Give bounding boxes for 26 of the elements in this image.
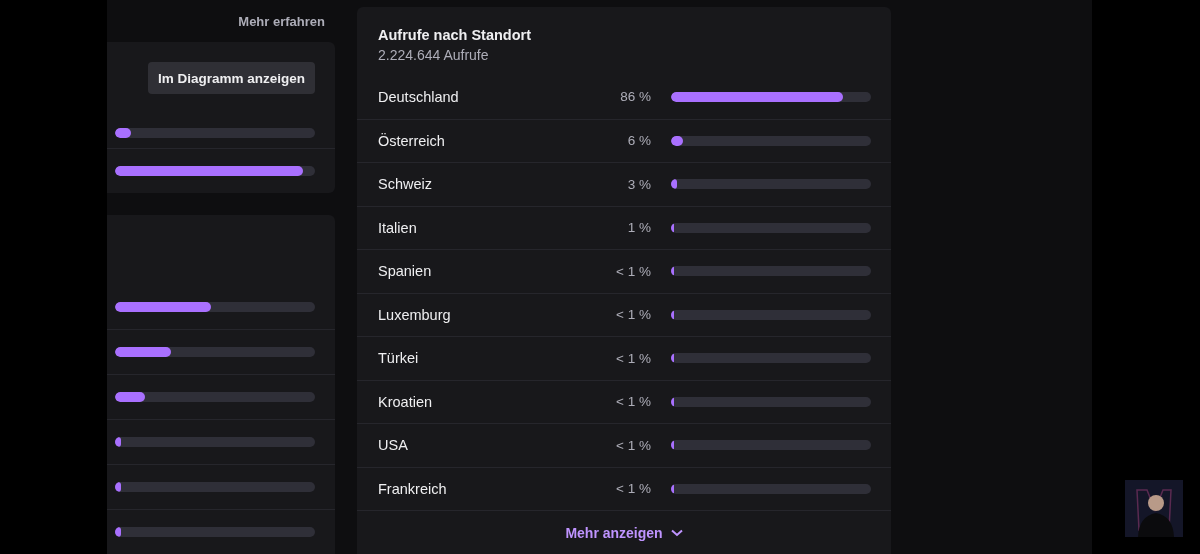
percent-value: < 1 % [615,394,651,410]
percent-value: 3 % [626,176,651,192]
percent-value: < 1 % [615,481,651,497]
country-name: Luxemburg [378,306,452,323]
percent-value: < 1 % [615,350,651,366]
chevron-down-icon [670,528,683,537]
country-name: USA [378,437,409,454]
learn-more-link[interactable]: Mehr erfahren [238,14,325,29]
percent-value: 6 % [626,133,651,149]
percent-value: < 1 % [615,437,651,453]
country-name: Spanien [378,263,433,280]
percent-value: < 1 % [615,307,651,323]
country-name: Österreich [378,132,446,149]
country-name: Italien [378,219,418,236]
country-name: Deutschland [378,88,460,105]
country-name: Kroatien [378,393,433,410]
country-name: Frankreich [378,480,448,497]
card-title: Aufrufe nach Standort [378,27,533,43]
percent-value: 86 % [619,89,651,105]
percent-value: 1 % [626,220,651,236]
show-more-button[interactable]: Mehr anzeigen [561,522,687,543]
views-count: 2.224.644 Aufrufe [378,47,490,63]
country-name: Türkei [378,350,420,367]
country-name: Schweiz [378,176,433,193]
chart-view-button[interactable]: Im Diagramm anzeigen [147,62,315,94]
percent-value: < 1 % [615,263,651,279]
